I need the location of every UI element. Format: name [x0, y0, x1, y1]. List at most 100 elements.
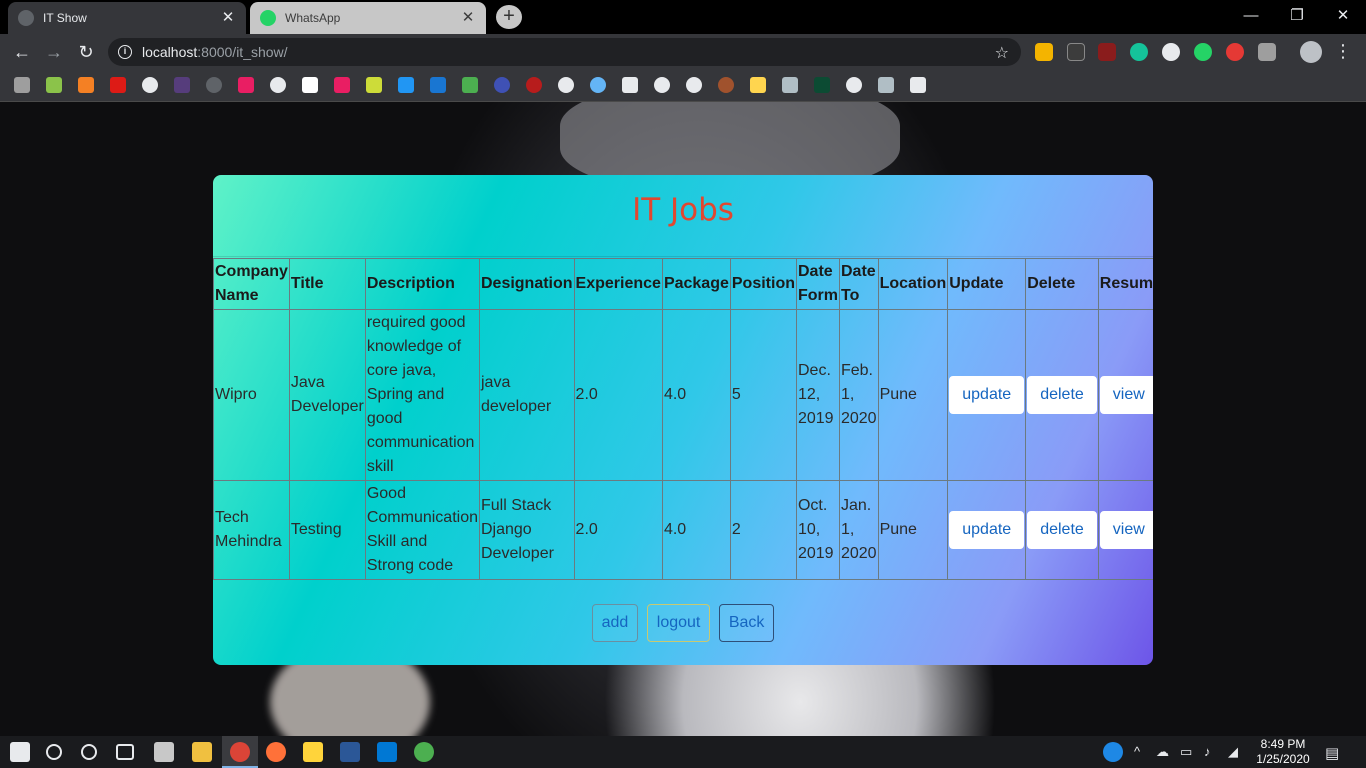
back-button[interactable]: Back [718, 604, 775, 642]
tab-title: IT Show [43, 11, 87, 25]
info-icon[interactable]: i [118, 45, 132, 59]
address-bar[interactable]: i localhost:8000/it_show/ ☆ [108, 38, 1021, 66]
cortana-icon[interactable] [81, 744, 97, 760]
bookmark-icon[interactable] [366, 77, 382, 93]
bookmark-icon[interactable] [878, 77, 894, 93]
view-resume-button[interactable]: view [1099, 511, 1153, 549]
column-header: Package [661, 258, 731, 310]
bookmarks-bar [0, 70, 1366, 102]
position-cell: 5 [729, 309, 797, 481]
bookmark-icon[interactable] [526, 77, 542, 93]
battery-icon[interactable]: ▭ [1180, 744, 1192, 760]
bookmark-icon[interactable] [654, 77, 670, 93]
bookmark-icon[interactable] [430, 77, 446, 93]
column-header: Experience [573, 258, 663, 310]
card-footer: add logout Back [213, 604, 1153, 642]
taskbar: ^ ☁ ▭ ♪ ◢ 8:49 PM 1/25/2020 ▤ [0, 736, 1366, 768]
tab-it-show[interactable]: IT Show ✕ [8, 2, 246, 34]
close-tab-icon[interactable]: ✕ [460, 10, 476, 26]
date-from-cell: Oct. 10, 2019 [795, 480, 840, 580]
update-button[interactable]: update [949, 511, 1025, 549]
resume-cell: view [1097, 309, 1153, 481]
firefox-icon[interactable] [266, 742, 286, 762]
bookmark-icon[interactable] [142, 77, 158, 93]
windows-start-icon[interactable] [10, 742, 30, 762]
bookmark-icon[interactable] [686, 77, 702, 93]
bookmark-icon[interactable] [910, 77, 926, 93]
extension-cube-icon[interactable] [1067, 43, 1085, 61]
stackoverflow-icon[interactable] [78, 77, 94, 93]
table-row: Wipro Java Developer required good knowl… [213, 309, 1153, 481]
notifications-icon[interactable]: ▤ [1325, 744, 1339, 762]
clock-date: 1/25/2020 [1256, 752, 1310, 766]
grammarly-icon[interactable] [1130, 43, 1148, 61]
python-idle-icon[interactable] [303, 742, 323, 762]
bookmark-icon[interactable] [846, 77, 862, 93]
bookmark-icon[interactable] [334, 77, 350, 93]
bookmark-icon[interactable] [558, 77, 574, 93]
bookmark-icon[interactable] [494, 77, 510, 93]
bookmark-icon[interactable] [270, 77, 286, 93]
table-row: Tech Mehindra Testing Good Communication… [213, 480, 1153, 580]
back-arrow-icon[interactable]: ← [10, 40, 34, 64]
bookmark-icon[interactable] [238, 77, 254, 93]
description-cell: required good knowledge of core java, Sp… [364, 309, 480, 481]
bookmark-icon[interactable] [398, 77, 414, 93]
angular-icon[interactable] [110, 77, 126, 93]
cloud-icon[interactable]: ☁ [1156, 744, 1169, 760]
whatsapp-icon [260, 10, 276, 26]
app-icon[interactable] [340, 742, 360, 762]
file-explorer-icon[interactable] [192, 742, 212, 762]
minimize-button[interactable]: — [1228, 2, 1274, 30]
position-cell: 2 [729, 480, 797, 580]
whatsapp-extension-icon[interactable] [1194, 43, 1212, 61]
close-tab-icon[interactable]: ✕ [220, 10, 236, 26]
pdf-icon[interactable] [1098, 43, 1116, 61]
app-icon[interactable] [414, 742, 434, 762]
django-icon[interactable] [814, 77, 830, 93]
delete-button[interactable]: delete [1027, 511, 1097, 549]
experience-cell: 2.0 [573, 309, 663, 481]
google-drive-icon[interactable] [1035, 43, 1053, 61]
wifi-icon[interactable]: ◢ [1228, 744, 1238, 760]
reload-icon[interactable]: ↻ [74, 40, 98, 64]
vscode-icon[interactable] [377, 742, 397, 762]
bookmark-icon[interactable] [622, 77, 638, 93]
bookmark-icon[interactable] [782, 77, 798, 93]
bookmark-star-icon[interactable]: ☆ [995, 43, 1009, 63]
profile-avatar[interactable] [1300, 41, 1322, 63]
store-icon[interactable] [154, 742, 174, 762]
bookmark-icon[interactable] [590, 77, 606, 93]
bootstrap-icon[interactable] [174, 77, 190, 93]
python-icon[interactable] [750, 77, 766, 93]
extension-icon[interactable] [1258, 43, 1276, 61]
description-cell: Good Communication Skill and Strong code [364, 480, 480, 580]
add-button[interactable]: add [591, 604, 639, 642]
bookmark-icon[interactable] [462, 77, 478, 93]
chevron-up-icon[interactable]: ^ [1134, 744, 1140, 759]
bookmark-icon[interactable] [206, 77, 222, 93]
update-button[interactable]: update [949, 376, 1025, 414]
task-view-icon[interactable] [116, 744, 134, 760]
clock[interactable]: 8:49 PM 1/25/2020 [1250, 737, 1316, 767]
chrome-icon[interactable] [230, 742, 250, 762]
menu-icon[interactable]: ⋮ [1334, 40, 1352, 62]
refresh-extension-icon[interactable] [1162, 43, 1180, 61]
close-window-button[interactable]: ✕ [1320, 2, 1366, 30]
volume-icon[interactable]: ♪ [1204, 744, 1211, 759]
delete-button[interactable]: delete [1027, 376, 1097, 414]
package-cell: 4.0 [661, 309, 731, 481]
restore-button[interactable]: ❐ [1274, 2, 1320, 30]
bookmark-icon[interactable] [14, 77, 30, 93]
help-icon[interactable] [1103, 742, 1123, 762]
forward-arrow-icon[interactable]: → [42, 40, 66, 64]
bookmark-icon[interactable] [46, 77, 62, 93]
bookmark-icon[interactable] [302, 77, 318, 93]
search-icon[interactable] [46, 744, 62, 760]
tab-whatsapp[interactable]: WhatsApp ✕ [250, 2, 486, 34]
bookmark-icon[interactable] [718, 77, 734, 93]
new-tab-button[interactable]: + [496, 5, 522, 29]
logout-button[interactable]: logout [646, 604, 711, 642]
view-resume-button[interactable]: view [1099, 376, 1153, 414]
hand-extension-icon[interactable] [1226, 43, 1244, 61]
